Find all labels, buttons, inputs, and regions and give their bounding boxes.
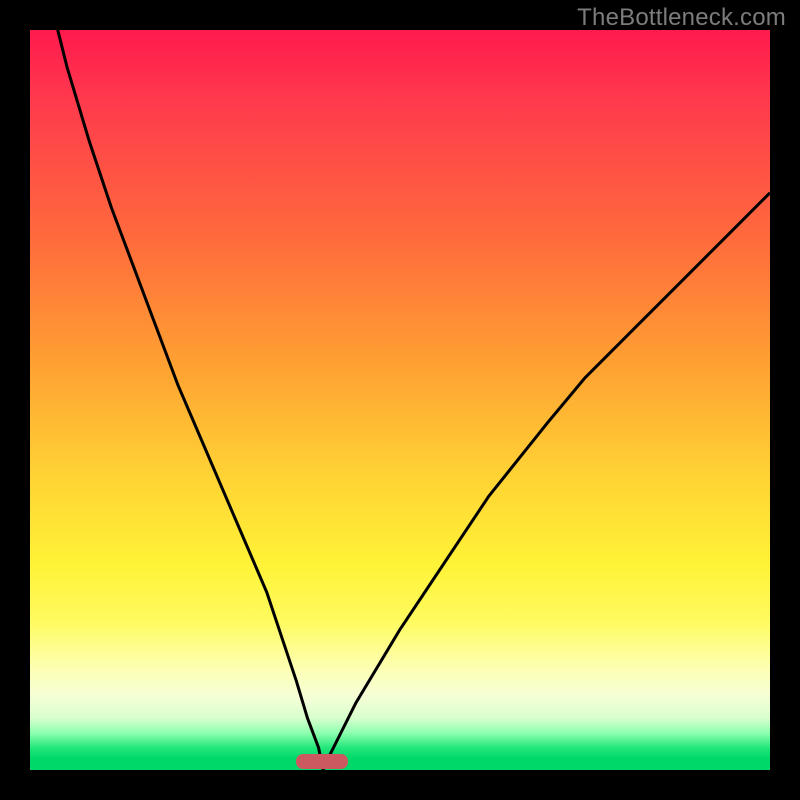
optimal-marker bbox=[296, 754, 348, 769]
bottleneck-curve bbox=[30, 30, 770, 770]
chart-frame: TheBottleneck.com bbox=[0, 0, 800, 800]
plot-area bbox=[30, 30, 770, 770]
curve-svg bbox=[30, 30, 770, 770]
watermark-text: TheBottleneck.com bbox=[577, 4, 786, 32]
